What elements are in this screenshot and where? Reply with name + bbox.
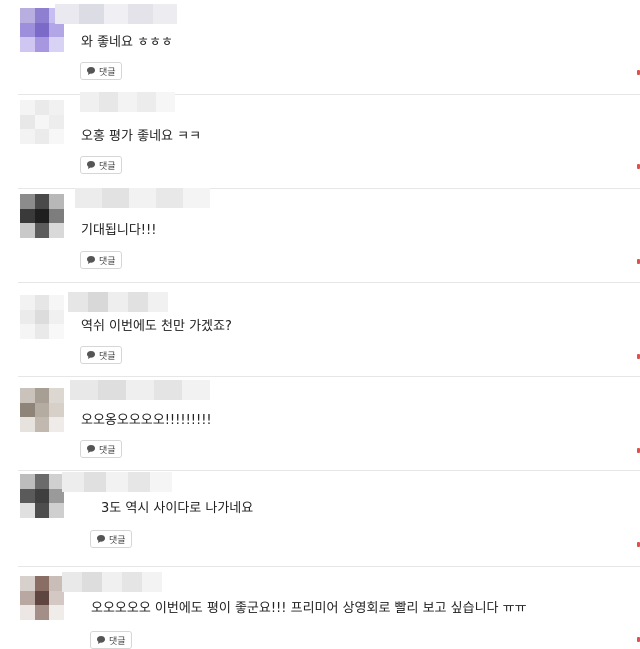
speech-bubble-icon xyxy=(87,351,95,359)
username-blurred[interactable] xyxy=(62,572,162,592)
reply-button-label: 댓글 xyxy=(99,67,116,78)
speech-bubble-icon xyxy=(97,535,105,543)
speech-bubble-icon xyxy=(87,161,95,169)
reply-button[interactable]: 댓글 xyxy=(80,346,122,364)
username-blurred[interactable] xyxy=(62,472,172,492)
speech-bubble-icon xyxy=(87,67,95,75)
comment-text: 역쉬 이번에도 천만 가겠죠? xyxy=(81,319,232,334)
speech-bubble-icon xyxy=(87,256,95,264)
comment-divider xyxy=(18,376,640,377)
comment-text: 오오오오오 이번에도 평이 좋군요!!! 프리미어 상영회로 빨리 보고 싶습니… xyxy=(91,601,527,616)
username-blurred[interactable] xyxy=(80,92,175,112)
comment-text: 오오옹오오오오!!!!!!!!! xyxy=(81,413,212,428)
avatar[interactable] xyxy=(20,194,64,238)
reply-button[interactable]: 댓글 xyxy=(90,631,132,649)
speech-bubble-icon xyxy=(87,445,95,453)
comment-text: 3도 역시 사이다로 나가네요 xyxy=(101,501,254,516)
username-blurred[interactable] xyxy=(75,188,210,208)
username-blurred[interactable] xyxy=(55,4,178,24)
reply-button[interactable]: 댓글 xyxy=(90,530,132,548)
comment-text: 오홍 평가 좋네요 ㅋㅋ xyxy=(81,129,202,144)
avatar[interactable] xyxy=(20,576,64,620)
reply-button-label: 댓글 xyxy=(99,161,116,172)
username-blurred[interactable] xyxy=(70,380,210,400)
reply-button[interactable]: 댓글 xyxy=(80,62,122,80)
avatar[interactable] xyxy=(20,474,64,518)
comment-text: 기대됩니다!!! xyxy=(81,223,157,238)
comment-divider xyxy=(18,282,640,283)
reply-button-label: 댓글 xyxy=(99,351,116,362)
reply-button-label: 댓글 xyxy=(109,636,126,647)
username-blurred[interactable] xyxy=(68,292,168,312)
comment-text: 와 좋네요 ㅎㅎㅎ xyxy=(81,35,173,50)
comment-divider xyxy=(18,566,640,567)
reply-button-label: 댓글 xyxy=(99,445,116,456)
speech-bubble-icon xyxy=(97,636,105,644)
reply-button[interactable]: 댓글 xyxy=(80,156,122,174)
reply-button-label: 댓글 xyxy=(109,535,126,546)
avatar[interactable] xyxy=(20,388,64,432)
reply-button[interactable]: 댓글 xyxy=(80,440,122,458)
reply-button[interactable]: 댓글 xyxy=(80,251,122,269)
comment-divider xyxy=(18,470,640,471)
avatar[interactable] xyxy=(20,295,64,339)
reply-button-label: 댓글 xyxy=(99,256,116,267)
avatar[interactable] xyxy=(20,100,64,144)
